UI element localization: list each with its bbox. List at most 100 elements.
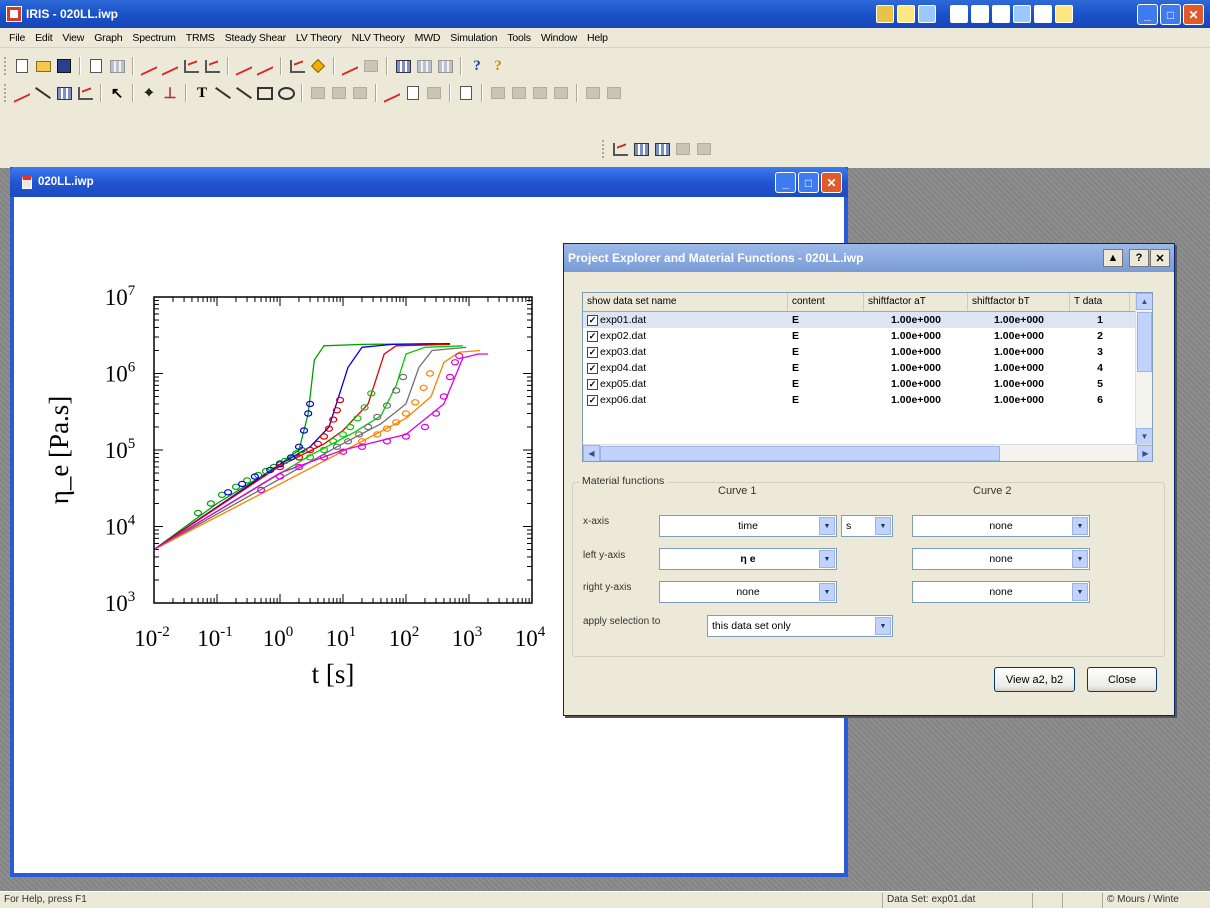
apply-selection-select[interactable]: this data set only ▼ [707, 615, 893, 637]
pointer-icon[interactable]: ↖ [108, 84, 126, 102]
curve2-left-y-select[interactable]: none ▼ [912, 548, 1090, 570]
menu-window[interactable]: Window [536, 32, 582, 44]
right-y-axis-select[interactable]: none ▼ [659, 581, 837, 603]
format-button-3[interactable] [425, 84, 443, 102]
list-item[interactable]: ✓ exp04.dat E 1.00e+000 1.00e+000 4 [583, 360, 1152, 376]
axis-button-3[interactable] [55, 84, 73, 102]
crosshair-icon[interactable]: ⌖ [140, 84, 158, 102]
tray-icon-8[interactable] [1034, 5, 1052, 23]
paste-button[interactable] [351, 84, 369, 102]
diamond-button[interactable] [309, 57, 327, 75]
curve2-right-y-select[interactable]: none ▼ [912, 581, 1090, 603]
fit-button-2[interactable] [256, 56, 274, 76]
layout-button-5[interactable] [695, 140, 713, 158]
x-axis-select[interactable]: time ▼ [659, 515, 837, 537]
column-header-shift-a[interactable]: shiftfactor aT [864, 293, 968, 311]
list-item[interactable]: ✓ exp03.dat E 1.00e+000 1.00e+000 3 [583, 344, 1152, 360]
vertical-scrollbar[interactable]: ▲ ▼ [1135, 293, 1152, 445]
table-button-2[interactable] [415, 57, 433, 75]
chevron-down-icon[interactable]: ▼ [875, 517, 891, 535]
dialog-close-icon[interactable]: ✕ [1150, 249, 1170, 267]
show-checkbox[interactable]: ✓ [587, 394, 598, 406]
table-button-3[interactable] [436, 57, 454, 75]
show-checkbox[interactable]: ✓ [587, 330, 598, 342]
print-preview-button[interactable] [87, 57, 105, 75]
doc-maximize-icon[interactable]: □ [798, 172, 819, 193]
align-button-2[interactable] [510, 84, 528, 102]
disabled-button[interactable] [362, 57, 380, 75]
align-button-1[interactable] [489, 84, 507, 102]
plot-button-2[interactable] [161, 56, 179, 76]
tray-icon-7[interactable] [1013, 5, 1031, 23]
menu-tools[interactable]: Tools [502, 32, 536, 44]
close-icon[interactable]: ✕ [1183, 4, 1204, 25]
rectangle-tool-button[interactable] [256, 84, 274, 102]
left-y-axis-select[interactable]: η e ▼ [659, 548, 837, 570]
chevron-down-icon[interactable]: ▼ [875, 617, 891, 635]
ellipse-tool-button[interactable] [277, 84, 295, 102]
plot-button-4[interactable] [203, 57, 221, 75]
format-button-1[interactable] [383, 83, 401, 103]
collapse-icon[interactable]: ▲ [1103, 249, 1123, 267]
dataset-list[interactable]: show data set name content shiftfactor a… [582, 292, 1153, 462]
chevron-down-icon[interactable]: ▼ [819, 583, 835, 601]
close-button[interactable]: Close [1087, 667, 1157, 692]
menu-file[interactable]: File [4, 32, 30, 44]
toolbar-grip[interactable] [602, 140, 605, 158]
tray-icon-1[interactable] [876, 5, 894, 23]
scroll-thumb[interactable] [1137, 312, 1152, 372]
column-header-t-data[interactable]: T data [1070, 293, 1130, 311]
hscroll-thumb[interactable] [600, 446, 1000, 461]
minimize-icon[interactable]: _ [1137, 4, 1158, 25]
doc-close-icon[interactable]: ✕ [821, 172, 842, 193]
show-checkbox[interactable]: ✓ [587, 314, 598, 326]
menu-graph[interactable]: Graph [89, 32, 127, 44]
menu-steady-shear[interactable]: Steady Shear [220, 32, 291, 44]
document-title-bar[interactable]: 020LL.iwp _ □ ✕ [10, 167, 848, 197]
tray-icon-2[interactable] [897, 5, 915, 23]
plot-button-3[interactable] [182, 57, 200, 75]
show-checkbox[interactable]: ✓ [587, 362, 598, 374]
curve2-x-axis-select[interactable]: none ▼ [912, 515, 1090, 537]
layout-button-2[interactable] [632, 140, 650, 158]
maximize-icon[interactable]: □ [1160, 4, 1181, 25]
axis-button-1[interactable] [13, 83, 31, 103]
tray-icon-6[interactable] [992, 5, 1010, 23]
layer-button[interactable] [457, 84, 475, 102]
menu-trms[interactable]: TRMS [181, 32, 220, 44]
copy-button[interactable] [330, 84, 348, 102]
menu-help[interactable]: Help [582, 32, 613, 44]
axis-button-4[interactable] [76, 84, 94, 102]
view-a2-b2-button[interactable]: View a2, b2 [994, 667, 1075, 692]
text-tool-icon[interactable]: T [193, 84, 211, 102]
spectrum-button[interactable] [288, 57, 306, 75]
fit-button-1[interactable] [235, 56, 253, 76]
align-button-3[interactable] [531, 84, 549, 102]
scroll-down-icon[interactable]: ▼ [1136, 428, 1152, 445]
layout-button-3[interactable] [653, 140, 671, 158]
chevron-down-icon[interactable]: ▼ [1072, 583, 1088, 601]
column-header-content[interactable]: content [788, 293, 864, 311]
tray-icon-4[interactable] [950, 5, 968, 23]
arrow-tool-button[interactable] [235, 84, 253, 102]
tray-icon-3[interactable] [918, 5, 936, 23]
horizontal-scrollbar[interactable]: ◀ ▶ [583, 444, 1152, 461]
scroll-up-icon[interactable]: ▲ [1136, 293, 1152, 310]
layout-button-1[interactable] [611, 140, 629, 158]
format-button-2[interactable] [404, 84, 422, 102]
axis-button-2[interactable] [34, 84, 52, 102]
cut-button[interactable] [309, 84, 327, 102]
tray-icon-9[interactable] [1055, 5, 1073, 23]
list-item[interactable]: ✓ exp01.dat E 1.00e+000 1.00e+000 1 [583, 312, 1152, 328]
list-item[interactable]: ✓ exp02.dat E 1.00e+000 1.00e+000 2 [583, 328, 1152, 344]
show-checkbox[interactable]: ✓ [587, 378, 598, 390]
chevron-down-icon[interactable]: ▼ [819, 550, 835, 568]
column-header-shift-b[interactable]: shiftfactor bT [968, 293, 1070, 311]
menu-view[interactable]: View [57, 32, 89, 44]
doc-minimize-icon[interactable]: _ [775, 172, 796, 193]
menu-simulation[interactable]: Simulation [445, 32, 502, 44]
toolbar-grip[interactable] [4, 84, 7, 102]
chevron-down-icon[interactable]: ▼ [1072, 550, 1088, 568]
dialog-title-bar[interactable]: Project Explorer and Material Functions … [564, 244, 1174, 272]
align-button-5[interactable] [584, 84, 602, 102]
